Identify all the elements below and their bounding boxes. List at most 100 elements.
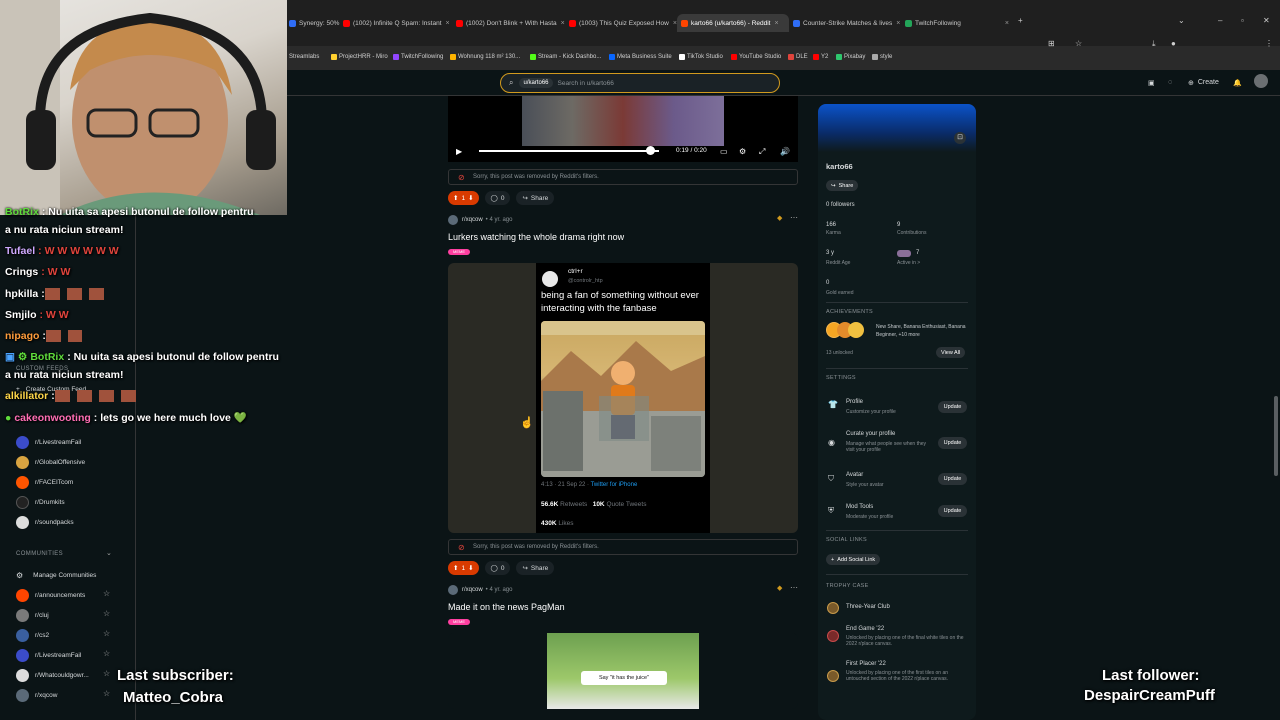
profile-share-button[interactable]: ↪ Share xyxy=(826,180,859,191)
chat-icon[interactable]: ◌ xyxy=(1168,79,1172,86)
sidebar-item-livestreamfail[interactable]: r/LivestreamFail xyxy=(16,436,81,449)
sidebar-item-livestreamfail-community[interactable]: r/LivestreamFail xyxy=(16,649,81,662)
bookmark-youtube-studio[interactable]: YouTube Studio xyxy=(731,54,781,60)
sidebar-item-xqcow[interactable]: r/xqcow xyxy=(16,689,57,702)
communities-header[interactable]: COMMUNITIES xyxy=(16,551,63,557)
sidebar-item-drumkits[interactable]: r/Drumkits xyxy=(16,496,65,509)
more-options-icon[interactable]: ⋯ xyxy=(790,213,798,222)
bookmark-pixabay[interactable]: Pixabay xyxy=(836,54,865,60)
favorite-star-icon[interactable]: ☆ xyxy=(103,609,110,618)
post-title[interactable]: Lurkers watching the whole drama right n… xyxy=(448,232,624,242)
subreddit-link[interactable]: r/xqcow xyxy=(462,587,483,593)
settings-icon[interactable]: ⚙ xyxy=(739,147,746,156)
post-flair[interactable]: MEME xyxy=(448,249,470,255)
create-post-button[interactable]: ⊕ Create xyxy=(1188,79,1219,87)
advertise-icon[interactable]: ▣ xyxy=(1148,79,1155,87)
bookmark-kick[interactable]: Stream - Kick Dashbo... xyxy=(530,54,601,60)
comments-button[interactable]: ◯ 0 xyxy=(484,561,511,575)
favorite-star-icon[interactable]: ☆ xyxy=(103,669,110,678)
fullscreen-icon[interactable]: ⤢ xyxy=(759,147,765,157)
tab-counter-strike[interactable]: Counter-Strike Matches & lives × xyxy=(793,14,901,32)
close-icon[interactable]: × xyxy=(774,20,778,27)
favorite-star-icon[interactable]: ☆ xyxy=(103,689,110,698)
search-input[interactable]: ⌕ u/karto66 Search in u/karto66 xyxy=(500,73,780,93)
close-icon[interactable]: × xyxy=(446,20,450,27)
comments-button[interactable]: ◯ 0 xyxy=(484,191,511,205)
share-icon: ↪ xyxy=(831,182,836,189)
tab-search-icon[interactable]: ⌄ xyxy=(1178,16,1185,25)
sidebar-item-cluj[interactable]: r/cluj xyxy=(16,609,49,622)
tab-synergy[interactable]: Synergy: 50%× xyxy=(289,14,341,32)
bookmark-miro[interactable]: ProjectHRR - Miro xyxy=(331,54,388,60)
add-social-link-button[interactable]: + Add Social Link xyxy=(826,554,881,565)
edit-banner-icon[interactable]: ⊡ xyxy=(954,132,966,144)
share-button[interactable]: ↪ Share xyxy=(516,191,555,205)
sidebar-item-soundpacks[interactable]: r/soundpacks xyxy=(16,516,74,529)
followers-count[interactable]: 0 followers xyxy=(826,202,855,208)
search-scope-chip[interactable]: u/karto66 xyxy=(519,78,553,88)
favorite-star-icon[interactable]: ☆ xyxy=(103,629,110,638)
bookmark-dle[interactable]: DLE xyxy=(788,54,808,60)
video-player[interactable]: ▶ 0:19 / 0:20 ▭ ⚙ ⤢ 🔊 xyxy=(448,96,798,162)
trophy-icon xyxy=(827,630,839,642)
post-flair[interactable]: MEME xyxy=(448,619,470,625)
tab-youtube-2[interactable]: (1002) Don't Blink + With Hasta × xyxy=(456,14,568,32)
post-media[interactable]: Say "it has the juice" xyxy=(448,633,798,709)
bookmark-tiktok[interactable]: TikTok Studio xyxy=(679,54,723,60)
notifications-icon[interactable]: 🔔 xyxy=(1233,79,1242,87)
post-title[interactable]: Made it on the news PagMan xyxy=(448,602,565,612)
share-button[interactable]: ↪ Share xyxy=(516,561,555,575)
update-curate-button[interactable]: Update xyxy=(938,437,967,449)
video-progress-bar[interactable] xyxy=(479,150,659,152)
minimize-icon[interactable]: – xyxy=(1218,16,1222,25)
mod-shield-icon[interactable]: ◆ xyxy=(777,214,782,222)
more-options-icon[interactable]: ⋯ xyxy=(790,583,798,592)
tab-twitchfollowing[interactable]: TwitchFollowing × xyxy=(905,14,1009,32)
tab-reddit-active[interactable]: karto66 (u/karto66) - Reddit × xyxy=(677,14,789,32)
bookmark-streamlabs[interactable]: Streamlabs xyxy=(289,54,319,60)
sidebar-item-whatcouldgowrong[interactable]: r/Whatcouldgowr... xyxy=(16,669,89,682)
update-profile-button[interactable]: Update xyxy=(938,401,967,413)
close-icon[interactable]: × xyxy=(896,20,900,27)
bookmark-style[interactable]: style xyxy=(872,54,892,60)
maximize-icon[interactable]: ▫ xyxy=(1241,16,1244,25)
close-icon[interactable]: × xyxy=(561,20,565,27)
update-modtools-button[interactable]: Update xyxy=(938,505,967,517)
post-media[interactable]: ctrl+r @controlr_htp being a fan of some… xyxy=(448,263,798,533)
sidebar-item-faceitcom[interactable]: r/FACEITcom xyxy=(16,476,73,489)
chevron-down-icon[interactable]: ⌄ xyxy=(106,549,112,557)
bookmark-meta[interactable]: Meta Business Suite xyxy=(609,54,672,60)
play-icon[interactable]: ▶ xyxy=(456,147,462,156)
sidebar-item-globaloffensive[interactable]: r/GlobalOffensive xyxy=(16,456,85,469)
menu-icon[interactable]: ⋮ xyxy=(1265,39,1273,48)
manage-communities[interactable]: ⚙ Manage Communities xyxy=(16,571,96,580)
bookmark-star-icon[interactable]: ☆ xyxy=(1075,39,1082,48)
sidebar-item-announcements[interactable]: r/announcements xyxy=(16,589,85,602)
captions-icon[interactable]: ▭ xyxy=(720,147,728,156)
update-avatar-button[interactable]: Update xyxy=(938,473,967,485)
favorite-star-icon[interactable]: ☆ xyxy=(103,649,110,658)
close-icon[interactable]: × xyxy=(1005,20,1009,27)
tab-youtube-3[interactable]: (1003) This Quiz Exposed How × xyxy=(569,14,681,32)
favorite-star-icon[interactable]: ☆ xyxy=(103,589,110,598)
page-scrollbar[interactable] xyxy=(1274,396,1278,476)
bookmark-wohnung[interactable]: Wohnung 118 m² 130... xyxy=(450,54,520,60)
tab-youtube-1[interactable]: (1002) Infinite Q Spam: Instant × xyxy=(343,14,455,32)
view-all-button[interactable]: View All xyxy=(936,347,966,358)
vote-button[interactable]: ⬆ 1 ⬇ xyxy=(448,191,479,205)
user-avatar[interactable] xyxy=(1254,74,1268,88)
download-icon[interactable]: ⤓ xyxy=(1152,39,1156,49)
subreddit-link[interactable]: r/xqcow xyxy=(462,217,483,223)
window-close-icon[interactable]: ✕ xyxy=(1263,16,1270,25)
volume-icon[interactable]: 🔊 xyxy=(780,147,790,156)
video-scrubber-handle[interactable] xyxy=(646,146,655,155)
new-tab-icon[interactable]: + xyxy=(1018,16,1023,25)
bookmark-y2[interactable]: Y2 xyxy=(813,54,828,60)
sidebar-item-cs2[interactable]: r/cs2 xyxy=(16,629,49,642)
translate-icon[interactable]: ⊞ xyxy=(1048,39,1055,48)
bookmark-twitchfollowing[interactable]: TwitchFollowing xyxy=(393,54,443,60)
active-in-label[interactable]: Active in > xyxy=(897,260,920,266)
extension-icon[interactable]: ● xyxy=(1171,39,1176,48)
mod-shield-icon[interactable]: ◆ xyxy=(777,584,782,592)
vote-button[interactable]: ⬆ 1 ⬇ xyxy=(448,561,479,575)
